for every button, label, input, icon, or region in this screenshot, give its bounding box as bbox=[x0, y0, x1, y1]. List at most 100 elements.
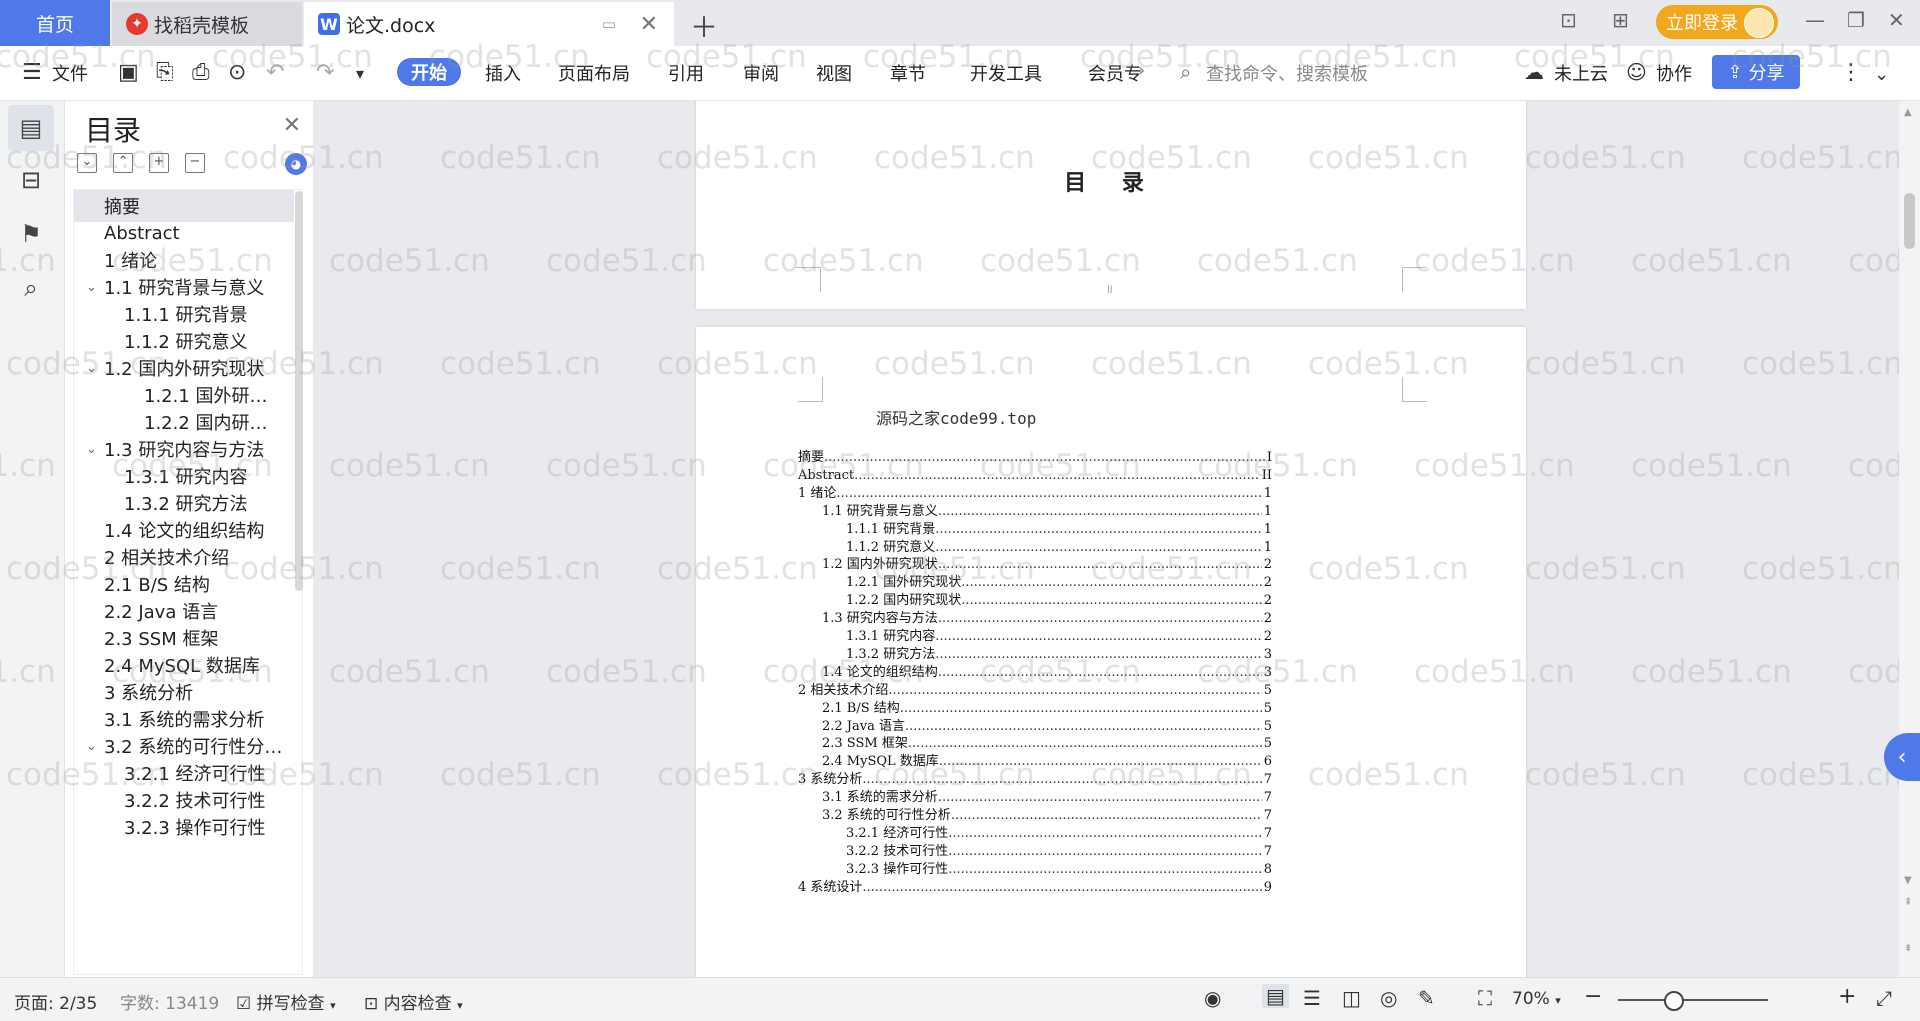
toc-entry[interactable]: 1 绪论....................................… bbox=[798, 485, 1272, 503]
scroll-up-icon[interactable]: ▲ bbox=[1904, 107, 1912, 118]
toc-panel-icon[interactable]: ▤ bbox=[8, 105, 54, 151]
toc-item[interactable]: 3.2.3 操作可行性 bbox=[74, 811, 294, 843]
chevron-down-icon[interactable]: ▾ bbox=[356, 64, 364, 83]
more-menu-icon[interactable]: › bbox=[1138, 60, 1145, 81]
toc-entry[interactable]: Abstract................................… bbox=[798, 467, 1272, 485]
toc-entry[interactable]: 1.3 研究内容与方法.............................… bbox=[822, 610, 1272, 628]
toc-entry[interactable]: 3.2 系统的可行性分析............................… bbox=[822, 807, 1272, 825]
demote-icon[interactable]: − bbox=[185, 153, 205, 173]
chevron-down-icon[interactable]: ⌄ bbox=[86, 739, 97, 754]
menu-view[interactable]: 视图 bbox=[816, 60, 852, 86]
undo-icon[interactable]: ↶ bbox=[266, 60, 284, 85]
menu-review[interactable]: 审阅 bbox=[743, 60, 779, 86]
minimize-icon[interactable]: — bbox=[1805, 8, 1825, 32]
share-button[interactable]: ⇪ 分享 bbox=[1712, 55, 1800, 89]
page-view-icon[interactable]: ▤ bbox=[1262, 984, 1289, 1008]
zoom-slider-knob[interactable] bbox=[1663, 991, 1684, 1011]
close-tab-icon[interactable]: ✕ bbox=[640, 12, 658, 37]
toc-entry[interactable]: 3 系统分析..................................… bbox=[798, 771, 1272, 789]
toc-entry[interactable]: 1.2 国内外研究现状.............................… bbox=[822, 556, 1272, 574]
toc-entry[interactable]: 1.2.2 国内研究现状............................… bbox=[846, 592, 1272, 610]
menu-developer[interactable]: 开发工具 bbox=[970, 60, 1042, 86]
toc-entry[interactable]: 1.1 研究背景与意义.............................… bbox=[822, 503, 1272, 521]
apps-grid-icon[interactable]: ⊞ bbox=[1612, 8, 1629, 32]
toc-entry[interactable]: 3.2.1 经济可行性.............................… bbox=[846, 825, 1272, 843]
toc-entry[interactable]: 1.1.2 研究意义..............................… bbox=[846, 539, 1272, 557]
close-pane-icon[interactable]: ✕ bbox=[283, 113, 301, 138]
toc-entry[interactable]: 3.2.3 操作可行性.............................… bbox=[846, 861, 1272, 879]
redo-icon[interactable]: ↷ bbox=[316, 60, 334, 85]
chevron-down-icon[interactable]: ⌄ bbox=[86, 442, 97, 457]
toc-entry[interactable]: 摘要......................................… bbox=[798, 449, 1272, 467]
vertical-scrollbar[interactable]: ▲ ▼ ⇞ ⇟ bbox=[1899, 101, 1920, 977]
zoom-slider[interactable] bbox=[1618, 991, 1768, 1011]
next-page-icon[interactable]: ⇟ bbox=[1904, 943, 1912, 954]
toc-entry[interactable]: 1.2.1 国外研究现状............................… bbox=[846, 574, 1272, 592]
toc-entry[interactable]: 1.3.1 研究内容..............................… bbox=[846, 628, 1272, 646]
login-button[interactable]: 立即登录 bbox=[1656, 5, 1778, 39]
toc-entry[interactable]: 1.4 论文的组织结构.............................… bbox=[822, 664, 1272, 682]
close-window-icon[interactable]: ✕ bbox=[1888, 8, 1905, 32]
menu-member[interactable]: 会员专 bbox=[1088, 60, 1142, 86]
command-search-input[interactable]: 查找命令、搜索模板 bbox=[1206, 60, 1368, 86]
find-icon[interactable]: ⌕ bbox=[8, 265, 54, 311]
chevron-down-icon[interactable]: ⌄ bbox=[86, 280, 97, 295]
ai-assistant-icon[interactable]: ◕ bbox=[285, 153, 307, 175]
zoom-out-icon[interactable]: − bbox=[1584, 984, 1602, 1009]
chevron-down-icon[interactable]: ⌄ bbox=[86, 361, 97, 376]
tab-template[interactable]: ✦ 找稻壳模板 bbox=[112, 2, 302, 46]
write-mode-icon[interactable]: ✎ bbox=[1418, 986, 1435, 1010]
collab-button[interactable]: 协作 bbox=[1656, 60, 1692, 86]
restore-icon[interactable]: ❐ bbox=[1847, 8, 1865, 32]
collapse-ribbon-icon[interactable]: ⌄ bbox=[1874, 64, 1889, 85]
reading-view-icon[interactable]: ◫ bbox=[1342, 986, 1361, 1010]
hamburger-icon[interactable]: ☰ bbox=[22, 60, 42, 85]
spellcheck-button[interactable]: ☑ 拼写检查 ▾ bbox=[236, 989, 336, 1014]
prev-page-icon[interactable]: ⇞ bbox=[1904, 897, 1912, 908]
float-window-icon[interactable]: ▭ bbox=[602, 15, 616, 33]
scroll-thumb[interactable] bbox=[1904, 193, 1915, 249]
web-view-icon[interactable]: ◎ bbox=[1380, 986, 1397, 1010]
save-icon[interactable]: ▣ bbox=[118, 60, 139, 85]
menu-start[interactable]: 开始 bbox=[397, 58, 461, 86]
menu-insert[interactable]: 插入 bbox=[485, 60, 521, 86]
collapse-all-icon[interactable]: ⌃ bbox=[113, 153, 133, 173]
export-icon[interactable]: ⎘ bbox=[156, 60, 174, 85]
bookmark-icon[interactable]: ⚑ bbox=[8, 211, 54, 257]
fullscreen-icon[interactable]: ⤢ bbox=[1876, 986, 1892, 1010]
toc-entry[interactable]: 2 相关技术介绍................................… bbox=[798, 682, 1272, 700]
word-count[interactable]: 字数: 13419 bbox=[120, 989, 219, 1014]
toc-entry[interactable]: 2.1 B/S 结构..............................… bbox=[822, 700, 1272, 718]
fit-page-icon[interactable]: ⛶ bbox=[1478, 986, 1492, 1010]
expand-all-icon[interactable]: ⌄ bbox=[77, 153, 97, 173]
toc-entry[interactable]: 2.4 MySQL 数据库...........................… bbox=[822, 753, 1272, 771]
cloud-status[interactable]: 未上云 bbox=[1554, 60, 1608, 86]
menu-layout[interactable]: 页面布局 bbox=[558, 60, 630, 86]
toc-entry[interactable]: 2.3 SSM 框架..............................… bbox=[822, 735, 1272, 753]
content-check-button[interactable]: ⊡ 内容检查 ▾ bbox=[364, 989, 463, 1014]
toc-entry[interactable]: 4 系统设计..................................… bbox=[798, 879, 1272, 897]
toc-scrollbar[interactable] bbox=[295, 191, 303, 591]
menu-file[interactable]: 文件 bbox=[52, 60, 88, 86]
promote-icon[interactable]: + bbox=[149, 153, 169, 173]
toc-entry[interactable]: 3.1 系统的需求分析.............................… bbox=[822, 789, 1272, 807]
zoom-level[interactable]: 70% ▾ bbox=[1512, 989, 1561, 1009]
zoom-in-icon[interactable]: + bbox=[1838, 984, 1856, 1009]
menu-references[interactable]: 引用 bbox=[668, 60, 704, 86]
print-preview-icon[interactable]: ⊙ bbox=[228, 60, 246, 85]
tab-home[interactable]: 首页 bbox=[0, 0, 110, 46]
tab-document[interactable]: W 论文.docx ▭ ✕ bbox=[304, 2, 674, 46]
new-tab-button[interactable]: ＋ bbox=[690, 6, 718, 46]
eye-protection-icon[interactable]: ◉ bbox=[1204, 986, 1221, 1010]
print-icon[interactable]: ⎙ bbox=[192, 60, 210, 85]
toc-entry[interactable]: 3.2.2 技术可行性.............................… bbox=[846, 843, 1272, 861]
toc-entry[interactable]: 1.3.2 研究方法..............................… bbox=[846, 646, 1272, 664]
scroll-down-icon[interactable]: ▼ bbox=[1904, 875, 1912, 886]
outline-view-icon[interactable]: ☰ bbox=[1303, 986, 1321, 1010]
toc-entry[interactable]: 2.2 Java 语言.............................… bbox=[822, 718, 1272, 736]
menu-chapter[interactable]: 章节 bbox=[890, 60, 926, 86]
navigation-icon[interactable]: ⊟ bbox=[8, 157, 54, 203]
toc-entry[interactable]: 1.1.1 研究背景..............................… bbox=[846, 521, 1272, 539]
reading-layout-icon[interactable]: ⊡ bbox=[1560, 8, 1577, 32]
more-options-icon[interactable]: ⋮ bbox=[1840, 60, 1862, 85]
